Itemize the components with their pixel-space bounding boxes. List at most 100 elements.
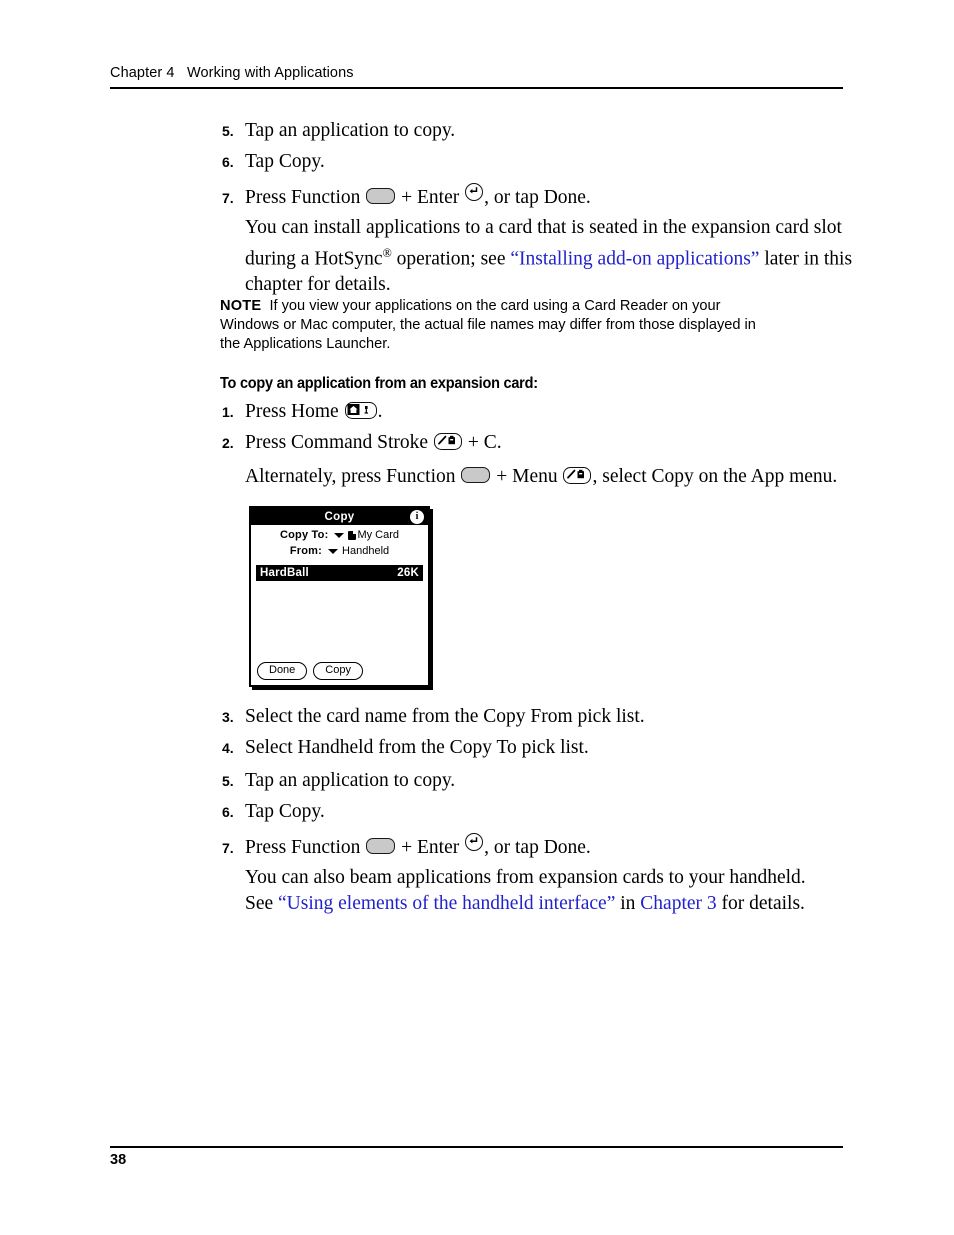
list-item: 6. Tap Copy. — [222, 152, 325, 172]
step-text: Tap an application to copy. — [245, 120, 456, 141]
page-number: 38 — [110, 1152, 127, 1168]
application-list-item-selected[interactable]: HardBall 26K — [256, 565, 423, 581]
cross-reference-link-using-elements-of-the-handheld-interface[interactable]: “Using elements of the handheld interfac… — [278, 893, 615, 914]
step-text-after-icon: + C. — [467, 432, 502, 453]
paragraph-line: See “Using elements of the handheld inte… — [245, 891, 845, 917]
chevron-down-icon[interactable] — [334, 532, 345, 538]
note-line: Windows or Mac computer, the actual file… — [220, 317, 756, 334]
text-run-after-menu: , select Copy on the App menu. — [592, 466, 838, 487]
registered-mark: ® — [382, 245, 392, 260]
list-item-step5: 5. Tap an application to copy. — [222, 771, 455, 791]
text-run: See — [245, 892, 279, 914]
step-text-before-icon: Press Home — [245, 401, 339, 422]
step-number: 3. — [222, 709, 234, 725]
note-block: NOTE If you view your applications on th… — [220, 297, 845, 355]
paragraph-line: You can install applications to a card t… — [245, 217, 842, 238]
paragraph-line: Alternately, press Function + Menu , sel… — [245, 464, 845, 490]
list-item-step4: 4. Select Handheld from the Copy To pick… — [222, 738, 589, 758]
footer-divider-rule — [110, 1146, 843, 1148]
dialog-button-bar: Done Copy — [257, 662, 363, 680]
step-text-after-enter: , or tap Done. — [484, 187, 591, 208]
paragraph-alternately: Alternately, press Function + Menu , sel… — [245, 464, 845, 490]
application-name: HardBall — [260, 567, 309, 579]
step-text-before-icon: Press Command Stroke — [245, 432, 429, 453]
running-header-text: Chapter 4 Working with Applications — [110, 65, 354, 81]
header-divider-rule — [110, 87, 843, 89]
list-item-step7: 7. Press Function + Enter , or tap Done. — [222, 183, 591, 208]
step-number: 5. — [222, 773, 234, 789]
step-text: Tap Copy. — [245, 151, 325, 172]
paragraph-line: chapter for details. — [245, 273, 391, 295]
step-text-before-function: Press Function — [245, 837, 361, 858]
copy-from-row: From: Handheld — [251, 545, 428, 557]
step-text: Press Home . — [245, 402, 382, 422]
menu-key-icon — [563, 467, 592, 484]
step-number: 7. — [222, 840, 234, 856]
dialog-title: Copy — [324, 510, 355, 523]
list-item-step6: 6. Tap Copy. — [222, 802, 325, 822]
step-number: 6. — [222, 804, 234, 820]
text-run: later in this — [759, 248, 853, 269]
dialog-title-bar: Copy i — [251, 508, 428, 525]
text-run-plus-menu: + Menu — [496, 466, 558, 487]
text-run-before-function: Alternately, press Function — [245, 466, 456, 487]
enter-key-icon — [465, 833, 484, 851]
step-text-after-icon: . — [377, 401, 383, 422]
function-key-icon — [366, 188, 396, 204]
section-heading: To copy an application from an expansion… — [220, 375, 538, 392]
text-run: during a HotSync — [245, 248, 383, 269]
info-icon[interactable]: i — [410, 509, 424, 524]
step-text-plus-enter: + Enter — [401, 187, 460, 208]
cross-reference-link-chapter-3[interactable]: Chapter 3 — [640, 893, 716, 914]
copy-from-value[interactable]: Handheld — [342, 545, 389, 557]
step-text: Press Function + Enter , or tap Done. — [245, 833, 591, 858]
list-item-step3: 3. Select the card name from the Copy Fr… — [222, 707, 645, 727]
step-text: Tap an application to copy. — [245, 770, 456, 791]
application-size: 26K — [397, 567, 419, 579]
step-text: Press Function + Enter , or tap Done. — [245, 183, 591, 208]
command-stroke-key-icon — [433, 433, 462, 450]
done-button[interactable]: Done — [257, 662, 308, 680]
note-label: NOTE — [220, 298, 262, 314]
paragraph-beam-applications: You can also beam applications from expa… — [245, 865, 845, 916]
memory-card-icon — [348, 530, 357, 540]
list-item-step7-second: 7. Press Function + Enter , or tap Done. — [222, 833, 591, 858]
running-header: Chapter 4 Working with Applications — [110, 64, 843, 82]
enter-key-icon — [465, 183, 484, 201]
paragraph-install-applications: You can install applications to a card t… — [245, 215, 852, 297]
palm-copy-dialog-screenshot: Copy i Copy To: My Card From: Handheld H… — [249, 506, 430, 687]
step-number: 6. — [222, 154, 234, 170]
step-text-after-enter: , or tap Done. — [484, 837, 591, 858]
paragraph-line: You can also beam applications from expa… — [245, 867, 806, 888]
note-line: NOTE If you view your applications on th… — [220, 297, 845, 316]
text-run: in — [615, 892, 641, 914]
text-run: for details. — [716, 892, 805, 914]
list-item-step1: 1. Press Home . — [222, 402, 382, 422]
cross-reference-link-installing-add-on-applications[interactable]: “Installing add-on applications” — [510, 248, 759, 269]
step-text: Press Command Stroke + C. — [245, 433, 502, 453]
chevron-down-icon[interactable] — [328, 548, 339, 554]
list-item-step2: 2. Press Command Stroke + C. — [222, 433, 502, 453]
copy-button[interactable]: Copy — [313, 662, 363, 680]
copy-from-label: From: — [289, 545, 323, 557]
note-text: If you view your applications on the car… — [269, 298, 721, 314]
paragraph-line: during a HotSync® operation; see “Instal… — [245, 241, 852, 272]
step-number: 1. — [222, 404, 234, 420]
function-key-icon — [366, 838, 396, 854]
copy-to-row: Copy To: My Card — [251, 529, 428, 541]
note-line: the Applications Launcher. — [220, 336, 391, 353]
step-number: 2. — [222, 435, 234, 451]
copy-to-value[interactable]: My Card — [357, 529, 399, 541]
step-text: Tap Copy. — [245, 801, 325, 822]
copy-to-label: Copy To: — [279, 529, 329, 541]
step-text: Select the card name from the Copy From … — [245, 706, 645, 727]
step-text-plus-enter: + Enter — [401, 837, 460, 858]
step-text: Select Handheld from the Copy To pick li… — [245, 737, 589, 758]
function-key-icon — [461, 467, 491, 483]
list-item: 5. Tap an application to copy. — [222, 121, 455, 141]
text-run: operation; see — [391, 248, 511, 269]
home-key-icon — [344, 402, 377, 419]
step-number: 7. — [222, 190, 234, 206]
step-text-before-function: Press Function — [245, 187, 361, 208]
step-number: 4. — [222, 740, 234, 756]
